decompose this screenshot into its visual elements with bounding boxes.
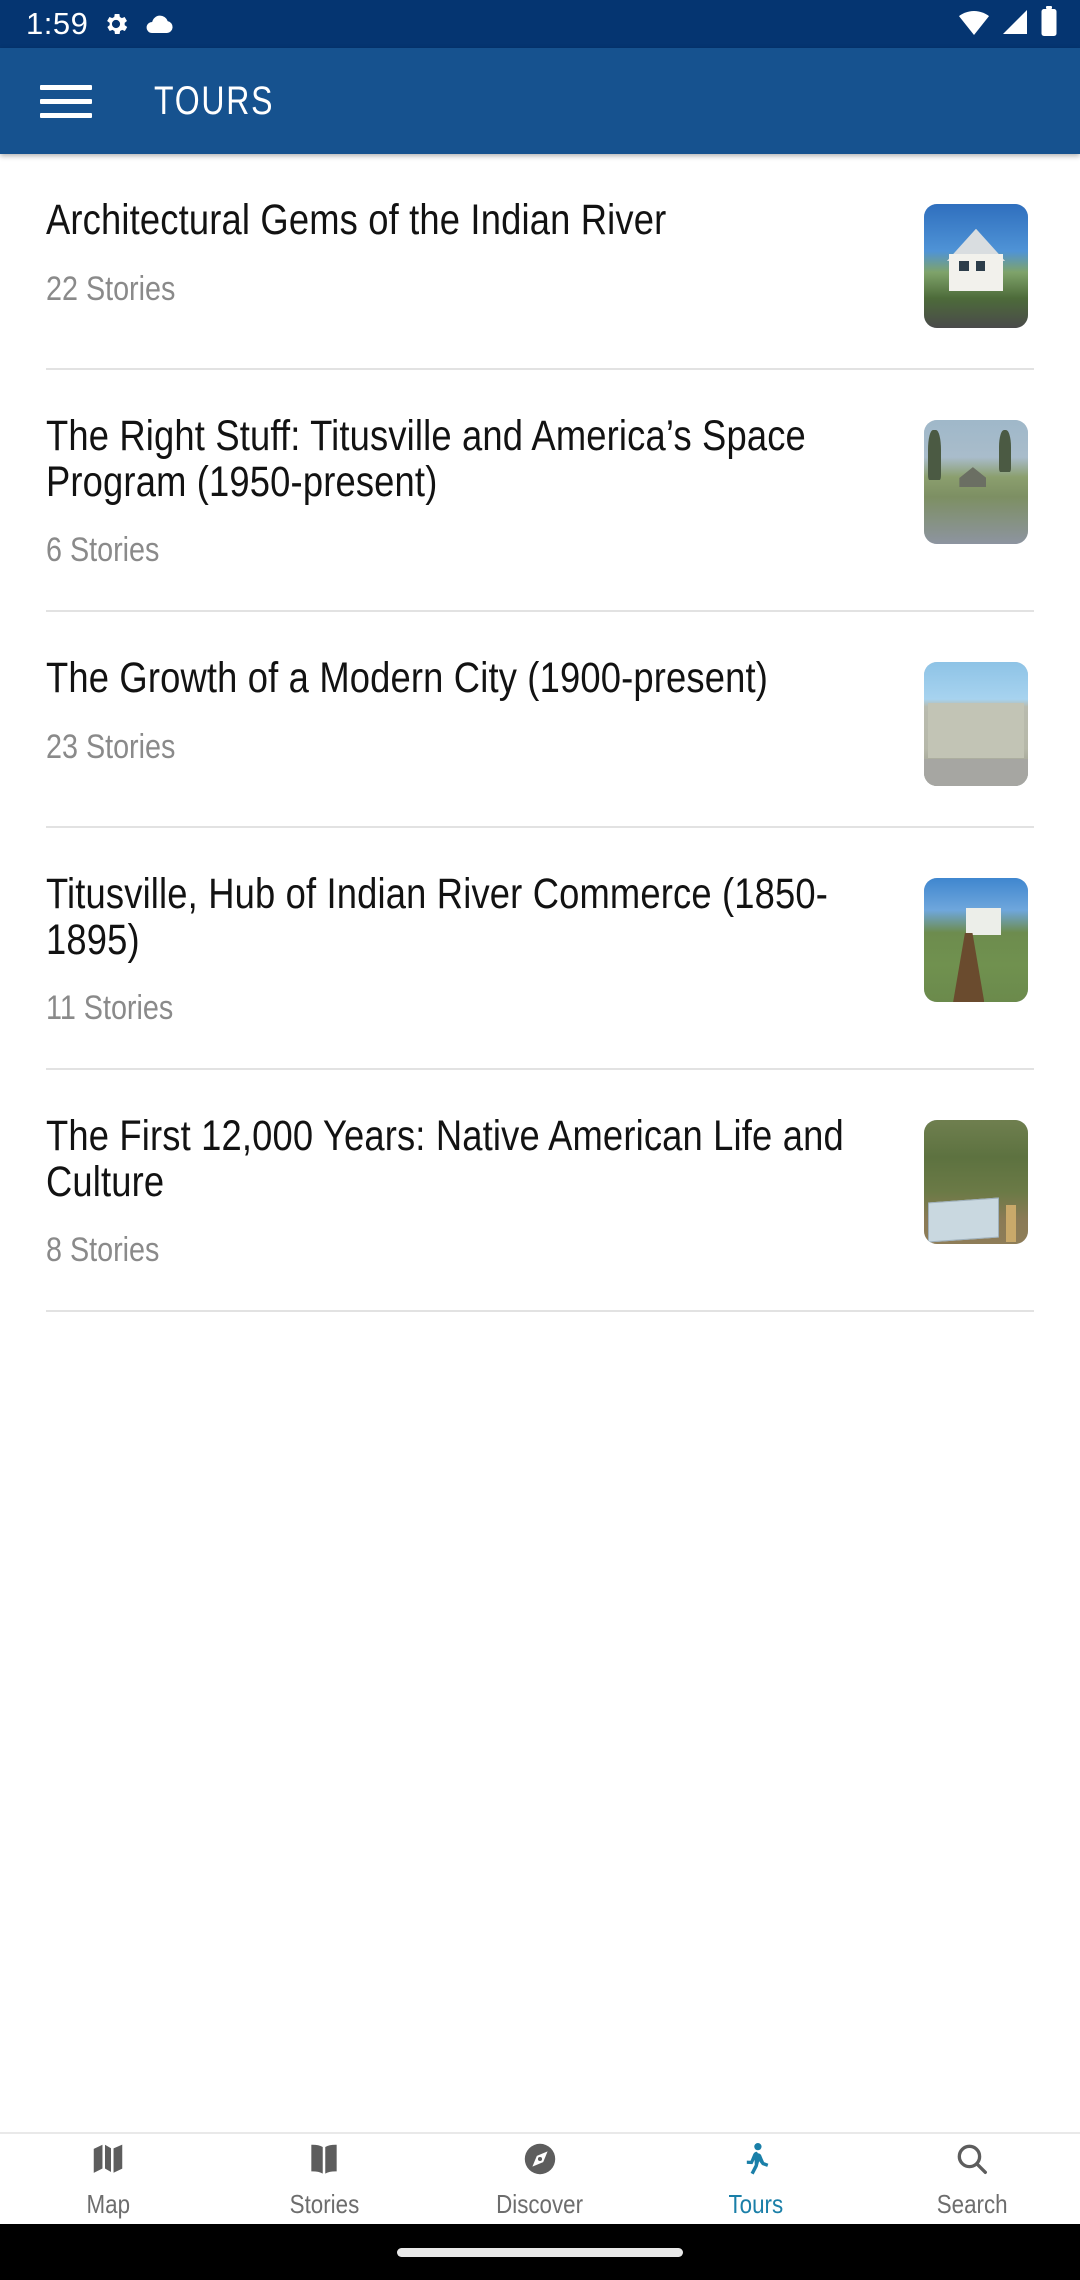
cloud-icon (144, 13, 174, 35)
list-item-texts: Architectural Gems of the Indian River 2… (46, 196, 924, 309)
list-item[interactable]: Architectural Gems of the Indian River 2… (0, 154, 1080, 328)
system-gesture-bar (0, 2224, 1080, 2280)
tour-thumbnail[interactable] (924, 420, 1028, 544)
list-item-texts: The Growth of a Modern City (1900-presen… (46, 656, 924, 767)
list-item[interactable]: The First 12,000 Years: Native American … (0, 1070, 1080, 1270)
wifi-icon (958, 7, 990, 42)
nav-item-stories[interactable]: Stories (216, 2139, 432, 2220)
tour-story-count: 22 Stories (46, 269, 176, 308)
nav-label: Discover (496, 2188, 584, 2219)
list-item-texts: Titusville, Hub of Indian River Commerce… (46, 870, 924, 1028)
list-item[interactable]: Titusville, Hub of Indian River Commerce… (0, 828, 1080, 1028)
divider-wrap (0, 328, 1080, 370)
tour-thumbnail[interactable] (924, 204, 1028, 328)
hamburger-bar (40, 98, 92, 104)
tour-title: The Right Stuff: Titusville and America’… (46, 412, 806, 506)
bottom-navigation-bar: Map Stories Discover Tours Search (0, 2132, 1080, 2224)
status-bar-right (958, 6, 1058, 42)
tour-story-count: 23 Stories (46, 727, 176, 766)
nav-item-map[interactable]: Map (0, 2139, 216, 2220)
tour-title: Architectural Gems of the Indian River (46, 196, 667, 244)
book-icon (305, 2139, 343, 2179)
tour-title: The First 12,000 Years: Native American … (46, 1112, 844, 1206)
divider-wrap (0, 570, 1080, 613)
tour-title: Titusville, Hub of Indian River Commerce… (46, 870, 829, 964)
status-bar: 1:59 (0, 0, 1080, 48)
nav-label: Search (936, 2188, 1008, 2219)
nav-label: Tours (728, 2188, 784, 2219)
battery-icon (1040, 6, 1058, 42)
nav-item-tours[interactable]: Tours (648, 2139, 864, 2220)
search-icon (953, 2139, 991, 2179)
tour-thumbnail[interactable] (924, 878, 1028, 1003)
divider-wrap (0, 1270, 1080, 1313)
page-title: TOURS (154, 78, 275, 123)
tour-thumbnail[interactable] (924, 662, 1028, 787)
nav-item-discover[interactable]: Discover (432, 2139, 648, 2220)
divider-wrap (0, 786, 1080, 829)
status-bar-left: 1:59 (26, 6, 958, 42)
tour-story-count: 11 Stories (46, 989, 174, 1028)
list-item[interactable]: The Right Stuff: Titusville and America’… (0, 370, 1080, 570)
app-screen: 1:59 TOURS Architectural Gems of the Ind… (0, 0, 1080, 2280)
tour-thumbnail[interactable] (924, 1120, 1028, 1245)
cellular-signal-icon (1000, 7, 1030, 42)
list-divider (46, 1310, 1034, 1313)
hamburger-menu-icon[interactable] (40, 81, 92, 121)
list-item-texts: The First 12,000 Years: Native American … (46, 1112, 924, 1270)
nav-item-search[interactable]: Search (864, 2139, 1080, 2220)
hamburger-bar (40, 84, 92, 90)
app-bar: TOURS (0, 48, 1080, 154)
map-icon (89, 2139, 127, 2179)
walking-person-icon (737, 2139, 775, 2179)
tour-story-count: 6 Stories (46, 531, 160, 570)
tour-story-count: 8 Stories (46, 1231, 160, 1270)
tour-title: The Growth of a Modern City (1900-presen… (46, 654, 768, 703)
tours-list[interactable]: Architectural Gems of the Indian River 2… (0, 154, 1080, 2132)
list-item-texts: The Right Stuff: Titusville and America’… (46, 412, 924, 570)
list-item[interactable]: The Growth of a Modern City (1900-presen… (0, 612, 1080, 787)
nav-label: Map (86, 2188, 130, 2219)
divider-wrap (0, 1028, 1080, 1071)
compass-icon (521, 2139, 559, 2179)
nav-label: Stories (289, 2188, 359, 2219)
gesture-pill[interactable] (397, 2247, 683, 2257)
status-time: 1:59 (26, 6, 89, 41)
hamburger-bar (40, 112, 92, 118)
gear-icon (102, 10, 130, 38)
